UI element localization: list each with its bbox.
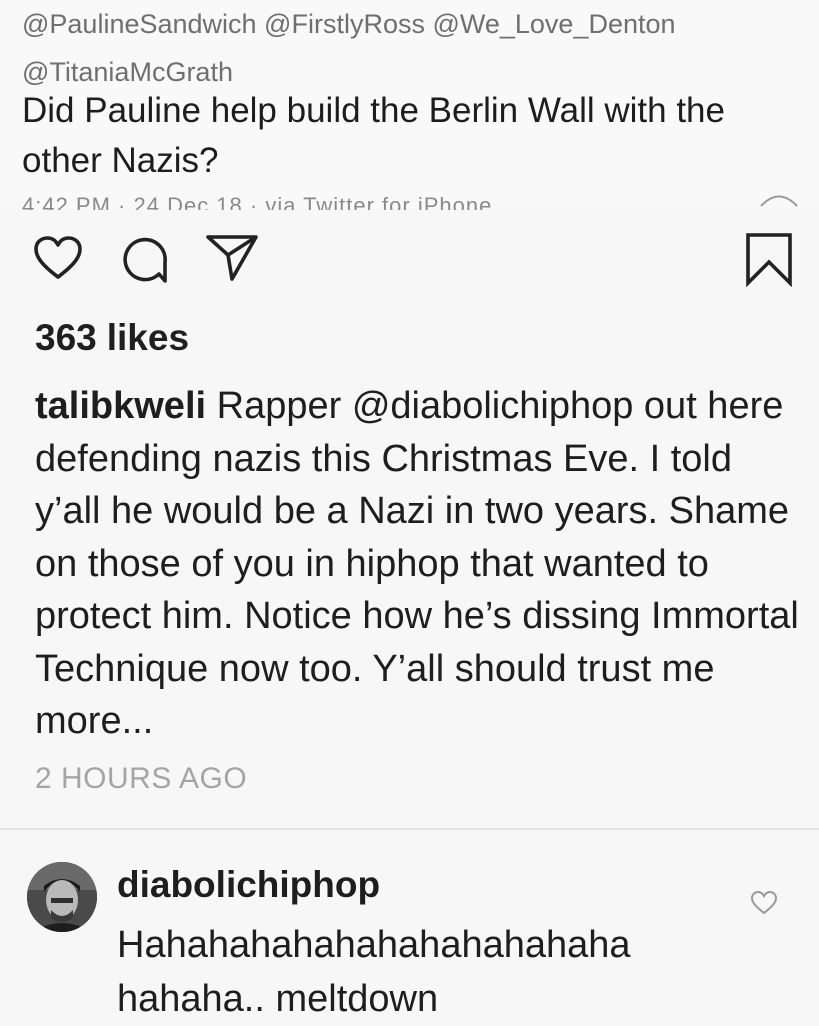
tweet-text: Did Pauline help build the Berlin Wall w… (22, 91, 725, 180)
speech-bubble-icon[interactable] (120, 235, 170, 285)
comment-text: Hahahahahahahahahahahaha hahaha.. meltdo… (117, 924, 631, 1020)
heart-icon[interactable] (33, 235, 83, 281)
likes-label: likes (106, 317, 190, 358)
tweet-mentions: @PaulineSandwich @FirstlyRoss @We_Love_D… (22, 9, 676, 87)
comment-username[interactable]: diabolichiphop (117, 864, 380, 906)
likes-count[interactable]: 363 likes (35, 317, 189, 359)
comment-row: diabolichiphop Hahahahahahahahahahahaha … (0, 850, 819, 1024)
divider (0, 828, 819, 830)
tweet-meta: 4:42 PM · 24 Dec 18 · via Twitter for iP… (22, 193, 493, 210)
chevron-down-icon (760, 195, 798, 207)
embedded-tweet-screenshot: @PaulineSandwich @FirstlyRoss @We_Love_D… (0, 0, 819, 210)
caption-text: Rapper @diabolichiphop out here defendin… (35, 385, 799, 742)
caption-username[interactable]: talibkweli (35, 385, 206, 427)
bookmark-icon[interactable] (744, 231, 794, 287)
post-timestamp: 2 HOURS AGO (35, 762, 248, 795)
post-caption: talibkweli Rapper @diabolichiphop out he… (35, 380, 805, 748)
post-action-bar (0, 225, 819, 295)
avatar-image (27, 862, 97, 932)
paper-plane-icon[interactable] (204, 233, 260, 283)
likes-number: 363 (35, 317, 97, 358)
heart-icon[interactable] (750, 890, 778, 916)
avatar[interactable] (27, 862, 97, 932)
